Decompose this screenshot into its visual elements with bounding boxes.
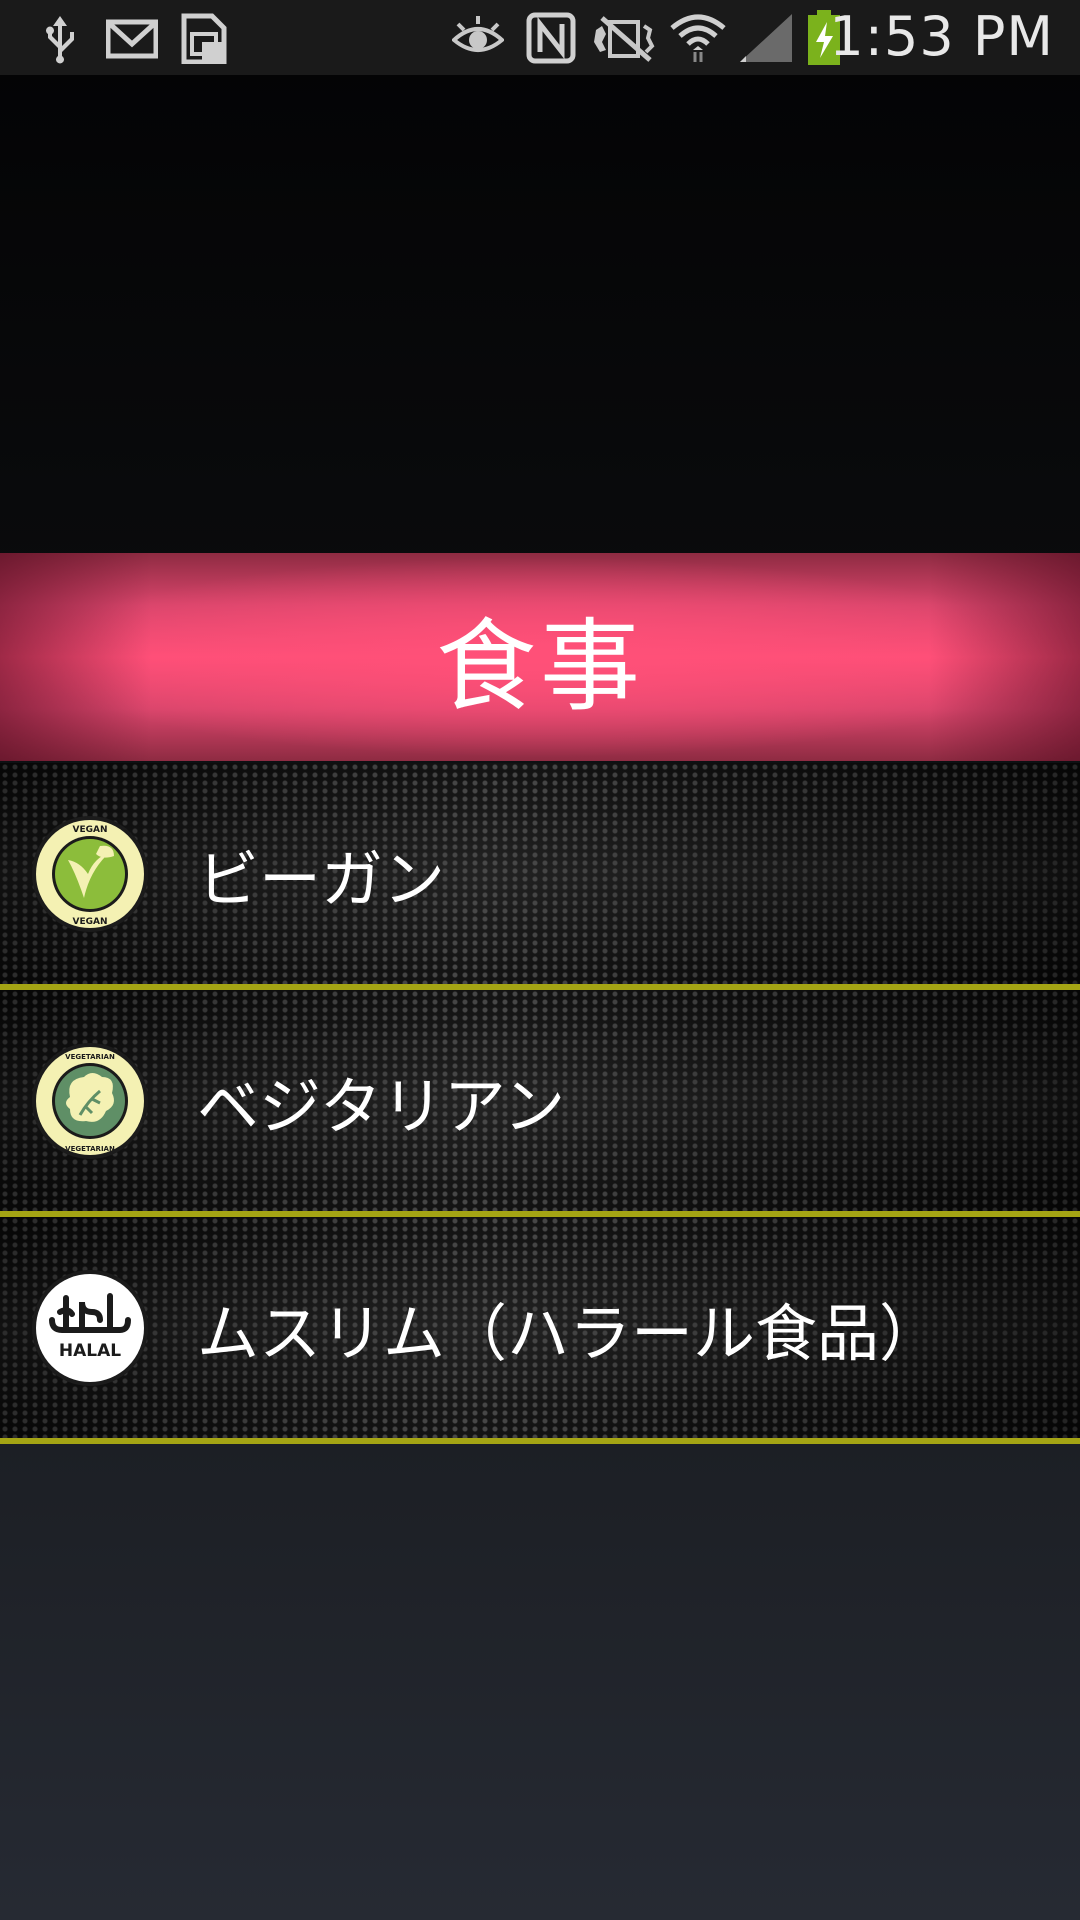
vegan-badge-top-text: VEGAN (73, 825, 108, 835)
diet-menu-list: VEGAN VEGAN ビーガン VEGETARIAN VEGETARIAN ベ… (0, 763, 1080, 1444)
mute-icon (594, 16, 655, 62)
menu-item-halal[interactable]: HALAL ムスリム（ハラール食品） (0, 1217, 1080, 1444)
vegetarian-badge-icon: VEGETARIAN VEGETARIAN (32, 1042, 148, 1159)
halal-badge-text: HALAL (59, 1341, 121, 1361)
status-time: 1:53 PM (829, 5, 1054, 68)
vegan-badge-icon: VEGAN VEGAN (32, 815, 148, 932)
gmail-icon (106, 19, 158, 59)
sim-card-icon (181, 13, 227, 64)
eye-icon (452, 16, 504, 52)
menu-item-vegetarian[interactable]: VEGETARIAN VEGETARIAN ベジタリアン (0, 990, 1080, 1217)
vegan-badge-bottom-text: VEGAN (73, 917, 108, 927)
nfc-icon (526, 12, 576, 64)
menu-item-label: ビーガン (197, 842, 446, 916)
wifi-icon (670, 14, 726, 62)
vegetarian-badge-bottom-text: VEGETARIAN (65, 1145, 115, 1153)
menu-item-label: ベジタリアン (197, 1069, 566, 1143)
signal-icon (740, 14, 792, 62)
menu-item-vegan[interactable]: VEGAN VEGAN ビーガン (0, 763, 1080, 990)
vegetarian-badge-top-text: VEGETARIAN (65, 1053, 115, 1061)
page-title: 食事 (436, 607, 644, 725)
status-bar: 1:53 PM (0, 0, 1080, 75)
header-banner: 食事 (0, 553, 1080, 761)
halal-badge-icon: HALAL (32, 1269, 148, 1386)
usb-icon (46, 16, 74, 64)
menu-item-label: ムスリム（ハラール食品） (197, 1296, 942, 1370)
